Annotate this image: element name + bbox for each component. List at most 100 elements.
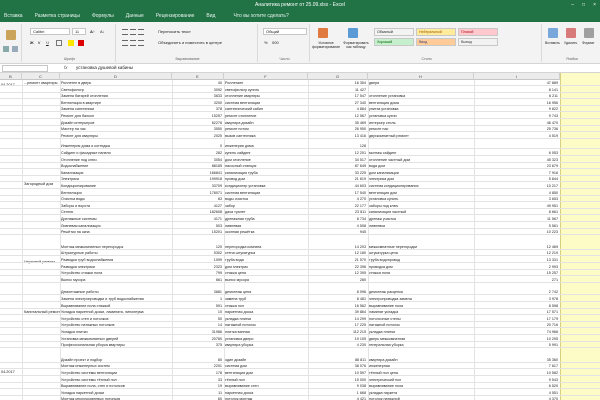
volume-cell[interactable]: 88 811 [308, 357, 368, 363]
keyword2-cell[interactable]: унитаз установка [368, 106, 474, 112]
service-cell[interactable]: Демонтажные работы [60, 289, 172, 295]
frequency-cell[interactable]: 31986 [172, 329, 224, 335]
paste-icon[interactable] [6, 30, 16, 40]
keyword-cell[interactable]: демонтаж цена [224, 289, 308, 295]
keyword2-cell[interactable]: проводка дом [368, 264, 474, 270]
volume-cell[interactable]: 33 225 [308, 170, 368, 176]
service-cell[interactable]: Устройство стяжки пола [60, 270, 172, 276]
insert-cells-button[interactable]: Вставить [545, 41, 560, 45]
volume2-cell[interactable]: 8 661 [474, 209, 560, 215]
keyword-cell[interactable]: паркетная доска [224, 390, 308, 396]
service-cell[interactable]: Ремонт для балкон [60, 113, 172, 119]
keyword2-cell[interactable]: канализация частный [368, 209, 474, 215]
keyword2-cell[interactable]: ламинат укладка [368, 309, 474, 315]
keyword-cell[interactable]: сантехнический кабин [224, 106, 308, 112]
frequency-cell[interactable]: 19 [172, 383, 224, 389]
volume2-cell[interactable]: 6 211 [474, 93, 560, 99]
keyword-cell[interactable]: замена труб [224, 296, 308, 302]
keyword2-cell[interactable]: отопление установка [368, 93, 474, 99]
service-cell[interactable]: Дизайн интерьеров [60, 120, 172, 126]
volume2-cell[interactable]: 12 469 [474, 244, 560, 250]
volume2-cell[interactable]: 5 561 [474, 223, 560, 229]
style-good[interactable]: Хороший [374, 38, 414, 46]
keyword2-cell[interactable]: генеральная уборка [368, 342, 474, 348]
column-header-h[interactable]: H [368, 73, 474, 80]
column-header-e[interactable]: E [172, 73, 224, 80]
keyword-cell[interactable]: дом электрик [224, 264, 308, 270]
volume2-cell[interactable]: 4 519 [474, 133, 560, 139]
service-cell[interactable]: Укладка паркетной доски, ламината, линол… [60, 309, 172, 315]
volume-cell[interactable]: 17 225 [308, 322, 368, 328]
volume2-cell[interactable]: 9 822 [474, 106, 560, 112]
frequency-cell[interactable]: 83 [172, 196, 224, 202]
volume-cell[interactable]: 8 096 [308, 289, 368, 295]
service-cell[interactable]: Разводка труб водоснабжения [60, 257, 172, 263]
volume2-cell[interactable]: 7 617 [474, 363, 560, 369]
volume-cell[interactable]: 4 230 [308, 342, 368, 348]
volume2-cell[interactable]: 271 [474, 277, 560, 283]
volume2-cell[interactable]: 8 598 [474, 303, 560, 309]
merge-center-button[interactable]: Объединить и поместить в центре [158, 40, 222, 45]
keyword2-cell[interactable]: укладка плитки [368, 329, 474, 335]
keyword-cell[interactable]: система вентиляции [224, 100, 308, 106]
service-cell[interactable]: Установка межкомнатных дверей [60, 336, 172, 342]
keyword2-cell[interactable]: натяжной потолок [368, 322, 474, 328]
service-cell[interactable]: Монтаж инженерных систем [60, 363, 172, 369]
style-normal[interactable]: Обычный [374, 28, 414, 36]
volume-cell[interactable]: 17 540 [308, 190, 368, 196]
service-cell[interactable]: Водоснабжение [60, 163, 172, 169]
volume-cell[interactable]: 4 508 [308, 223, 368, 229]
service-cell[interactable]: Отопление под ключ [60, 157, 172, 163]
minimize-button[interactable]: – [571, 2, 574, 8]
tab-formulas[interactable]: Формулы [92, 13, 114, 19]
frequency-cell[interactable]: 80 [172, 357, 224, 363]
keyword-cell[interactable]: укладка плитки [224, 316, 308, 322]
volume2-cell[interactable]: 4 850 [474, 190, 560, 196]
keyword-cell[interactable]: вынос мусора [224, 277, 308, 283]
fill-color-icon[interactable] [68, 40, 74, 46]
frequency-cell[interactable]: 1 [172, 296, 224, 302]
service-cell[interactable]: Решётки на окна [60, 229, 172, 235]
volume2-cell[interactable]: 17 179 [474, 316, 560, 322]
font-size-select[interactable]: 11 [72, 28, 86, 35]
volume-cell[interactable]: 4 270 [308, 196, 368, 202]
keyword2-cell[interactable]: ремонт нас [368, 126, 474, 132]
font-name-select[interactable]: Calibri [30, 28, 70, 35]
volume-cell[interactable]: 22 177 [308, 203, 368, 209]
volume2-cell[interactable]: 13 331 [474, 257, 560, 263]
frequency-cell[interactable]: 282 [172, 150, 224, 156]
keyword2-cell[interactable]: стяжка пола [368, 270, 474, 276]
volume-cell[interactable]: 280 [308, 277, 368, 283]
volume-cell[interactable]: 38 076 [308, 363, 368, 369]
keyword-cell[interactable]: квартира дизайн [224, 120, 308, 126]
volume2-cell[interactable]: 6 053 [474, 150, 560, 156]
bold-icon[interactable]: Ж [30, 40, 34, 45]
keyword2-cell[interactable]: укладка паркета [368, 390, 474, 396]
align-right-icon[interactable] [138, 40, 144, 46]
keyword2-cell[interactable]: демонтаж расценка [368, 289, 474, 295]
frequency-cell[interactable]: 5302 [172, 250, 224, 256]
shrink-font-icon[interactable]: A↓ [100, 29, 105, 34]
keyword-cell[interactable]: насосный станция [224, 163, 308, 169]
format-table-button[interactable]: Форматировать как таблицу [342, 41, 370, 49]
keyword2-cell[interactable]: штукатурка цена [368, 250, 474, 256]
tab-page-layout[interactable]: Разметка страницы [35, 13, 80, 19]
volume2-cell[interactable]: 10 582 [474, 370, 560, 376]
frequency-cell[interactable]: 799 [172, 270, 224, 276]
volume2-cell[interactable]: 16 956 [474, 100, 560, 106]
frequency-cell[interactable]: 182608 [172, 209, 224, 215]
service-cell[interactable]: Разводка электрики [60, 264, 172, 270]
volume2-cell[interactable] [474, 143, 560, 149]
frequency-cell[interactable]: 15257 [172, 113, 224, 119]
style-neutral[interactable]: Нейтральный [416, 28, 456, 36]
insert-cells-icon[interactable] [548, 28, 558, 38]
service-cell[interactable]: Устройство системы тёплый пол [60, 377, 172, 383]
service-cell[interactable]: Ремонт для квартиры [60, 133, 172, 139]
service-cell[interactable]: Штукатурные работы [60, 250, 172, 256]
keyword-cell[interactable]: вентиляция дом [224, 370, 308, 376]
keyword2-cell[interactable]: вода дом [368, 163, 474, 169]
frequency-cell[interactable]: 50 [172, 316, 224, 322]
wrap-text-button[interactable]: Переносить текст [158, 29, 191, 34]
keyword2-cell[interactable]: потолочные стены [368, 316, 474, 322]
volume-cell[interactable]: 34 517 [308, 157, 368, 163]
